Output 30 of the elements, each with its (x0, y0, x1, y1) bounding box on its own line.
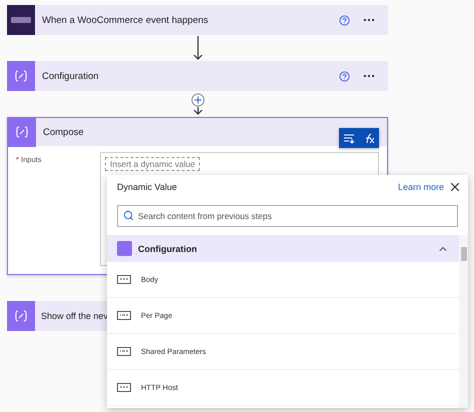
glyph-icon (14, 70, 28, 82)
arrow-icon (192, 107, 202, 115)
function-icon (363, 132, 375, 144)
number-type-icon (117, 311, 131, 320)
glyph-icon (15, 126, 29, 138)
learn-more-link[interactable]: Learn more (398, 182, 444, 192)
placeholder-token[interactable]: Insert a dynamic value (105, 157, 200, 171)
search-icon (123, 210, 134, 221)
panel-title: Dynamic Value (117, 182, 178, 192)
step-card[interactable]: When a WooCommerce event happens (7, 5, 388, 35)
step-title: Show off the nev (40, 311, 108, 321)
search-field[interactable]: Search content from previous steps (117, 205, 458, 227)
help-icon[interactable] (339, 14, 350, 26)
insert-icon (343, 132, 355, 144)
text-type-icon (117, 383, 131, 392)
section-title: Configuration (138, 244, 198, 254)
help-icon[interactable] (339, 70, 350, 82)
number-type-icon (117, 347, 131, 356)
step-title: Compose (42, 126, 85, 138)
glyph-icon (14, 310, 28, 322)
scrollbar[interactable] (459, 235, 468, 408)
step-title: When a WooCommerce event happens (41, 14, 210, 26)
section-header[interactable]: Configuration (107, 235, 459, 262)
close-icon[interactable] (448, 180, 462, 194)
arrow-icon (192, 36, 202, 60)
add-step-icon[interactable] (190, 93, 204, 107)
step-title: Configuration (41, 70, 100, 82)
app-logo-icon (7, 5, 35, 35)
text-type-icon (117, 275, 131, 284)
step-card[interactable]: Configuration (7, 61, 388, 91)
